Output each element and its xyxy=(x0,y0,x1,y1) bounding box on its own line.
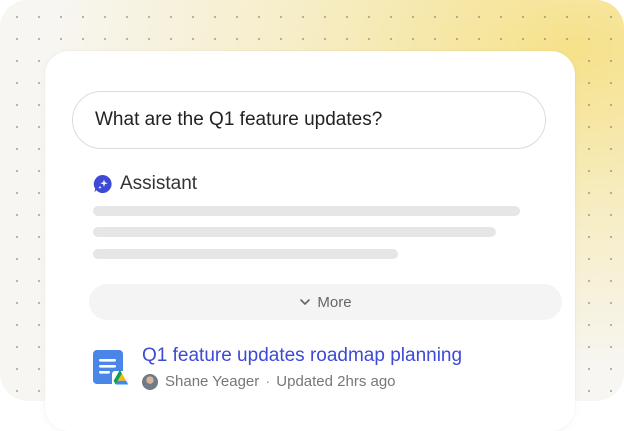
assistant-header: Assistant xyxy=(93,173,197,195)
document-icon xyxy=(93,350,132,389)
loading-line xyxy=(93,249,398,259)
result-title-link[interactable]: Q1 feature updates roadmap planning xyxy=(142,345,462,367)
loading-line xyxy=(93,206,520,216)
drive-icon xyxy=(112,369,132,389)
result-author: Shane Yeager xyxy=(165,373,260,390)
sparkle-bubble-icon xyxy=(93,174,112,193)
chevron-down-icon xyxy=(300,299,311,305)
query-input[interactable]: What are the Q1 feature updates? xyxy=(72,91,546,149)
assistant-label: Assistant xyxy=(120,173,198,194)
more-button[interactable]: More xyxy=(89,284,562,320)
result-meta: Shane Yeager · Updated 2hrs ago xyxy=(142,373,396,390)
assistant-card: What are the Q1 feature updates? Assista… xyxy=(45,51,575,431)
meta-separator: · xyxy=(265,373,271,390)
result-updated: Updated 2hrs ago xyxy=(276,373,396,390)
query-text: What are the Q1 feature updates? xyxy=(95,109,383,130)
more-label: More xyxy=(317,293,352,311)
loading-line xyxy=(93,227,496,237)
avatar xyxy=(142,373,158,390)
